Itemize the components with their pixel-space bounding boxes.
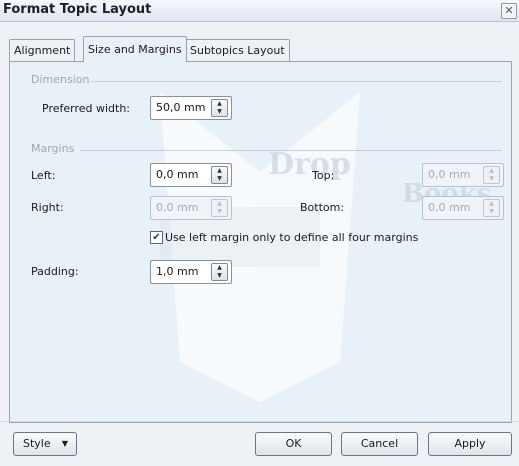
spin-up-icon: ▲ — [489, 200, 494, 207]
bottom-margin-spinner: 0,0 mm ▲ ▼ — [422, 196, 504, 220]
spin-down-icon[interactable]: ▼ — [212, 175, 227, 183]
right-margin-label: Right: — [31, 201, 64, 214]
right-margin-stepper: ▲ ▼ — [211, 199, 228, 217]
top-margin-stepper: ▲ ▼ — [483, 166, 500, 184]
dialog-title: Format Topic Layout — [3, 2, 152, 17]
style-label: Style — [23, 437, 51, 450]
padding-stepper[interactable]: ▲ ▼ — [211, 263, 228, 281]
checkmark-icon: ✔ — [152, 232, 161, 243]
tab-alignment[interactable]: Alignment — [9, 39, 76, 61]
spin-up-icon[interactable]: ▲ — [212, 264, 227, 272]
dimension-divider — [92, 81, 502, 82]
spin-up-icon[interactable]: ▲ — [212, 167, 227, 175]
preferred-width-value[interactable]: 50,0 mm — [156, 101, 205, 114]
title-bar: Format Topic Layout ✕ — [0, 0, 519, 22]
preferred-width-label: Preferred width: — [42, 102, 131, 115]
close-button[interactable]: ✕ — [501, 3, 517, 19]
bottom-margin-stepper: ▲ ▼ — [483, 199, 500, 217]
bottom-margin-value: 0,0 mm — [428, 201, 471, 214]
left-margin-spinner[interactable]: 0,0 mm ▲ ▼ — [150, 163, 232, 187]
format-topic-layout-dialog: Format Topic Layout ✕ Alignment Size and… — [0, 0, 519, 466]
left-margin-value[interactable]: 0,0 mm — [156, 168, 198, 181]
preferred-width-stepper[interactable]: ▲ ▼ — [211, 99, 228, 117]
spin-up-icon: ▲ — [217, 200, 222, 207]
dimension-section-label: Dimension — [31, 73, 90, 86]
tab-subtopics-layout[interactable]: Subtopics Layout — [185, 39, 290, 61]
top-margin-spinner: 0,0 mm ▲ ▼ — [422, 163, 504, 187]
right-margin-spinner: 0,0 mm ▲ ▼ — [150, 196, 232, 220]
ok-button[interactable]: OK — [255, 432, 332, 456]
apply-button[interactable]: Apply — [428, 432, 512, 456]
top-margin-label: Top: — [312, 169, 335, 182]
padding-label: Padding: — [31, 265, 79, 278]
use-left-margin-label[interactable]: Use left margin only to define all four … — [165, 231, 418, 244]
spin-up-icon[interactable]: ▲ — [212, 100, 227, 108]
spin-down-icon: ▼ — [217, 208, 222, 215]
left-margin-label: Left: — [31, 169, 56, 182]
spin-down-icon[interactable]: ▼ — [212, 108, 227, 116]
padding-value[interactable]: 1,0 mm — [156, 265, 198, 278]
spin-down-icon: ▼ — [489, 208, 494, 215]
cancel-button[interactable]: Cancel — [341, 432, 418, 456]
footer-divider — [0, 421, 519, 422]
tab-panel-size-and-margins: Drop Books Dimension Preferred width: 50… — [9, 61, 512, 423]
use-left-margin-checkbox[interactable]: ✔ — [150, 231, 163, 244]
margins-divider — [80, 150, 502, 151]
spin-up-icon: ▲ — [489, 167, 494, 174]
chevron-down-icon: ▼ — [61, 439, 68, 448]
bottom-margin-label: Bottom: — [300, 201, 345, 214]
padding-spinner[interactable]: 1,0 mm ▲ ▼ — [150, 260, 232, 284]
left-margin-stepper[interactable]: ▲ ▼ — [211, 166, 228, 184]
style-dropdown-button[interactable]: Style ▼ — [13, 432, 77, 456]
margins-section-label: Margins — [31, 142, 75, 155]
preferred-width-spinner[interactable]: 50,0 mm ▲ ▼ — [150, 96, 232, 120]
tab-size-and-margins[interactable]: Size and Margins — [83, 36, 187, 62]
top-margin-value: 0,0 mm — [428, 168, 471, 181]
spin-down-icon[interactable]: ▼ — [212, 272, 227, 280]
spin-down-icon: ▼ — [489, 175, 494, 182]
svg-text:Drop: Drop — [268, 147, 351, 182]
right-margin-value: 0,0 mm — [156, 201, 199, 214]
